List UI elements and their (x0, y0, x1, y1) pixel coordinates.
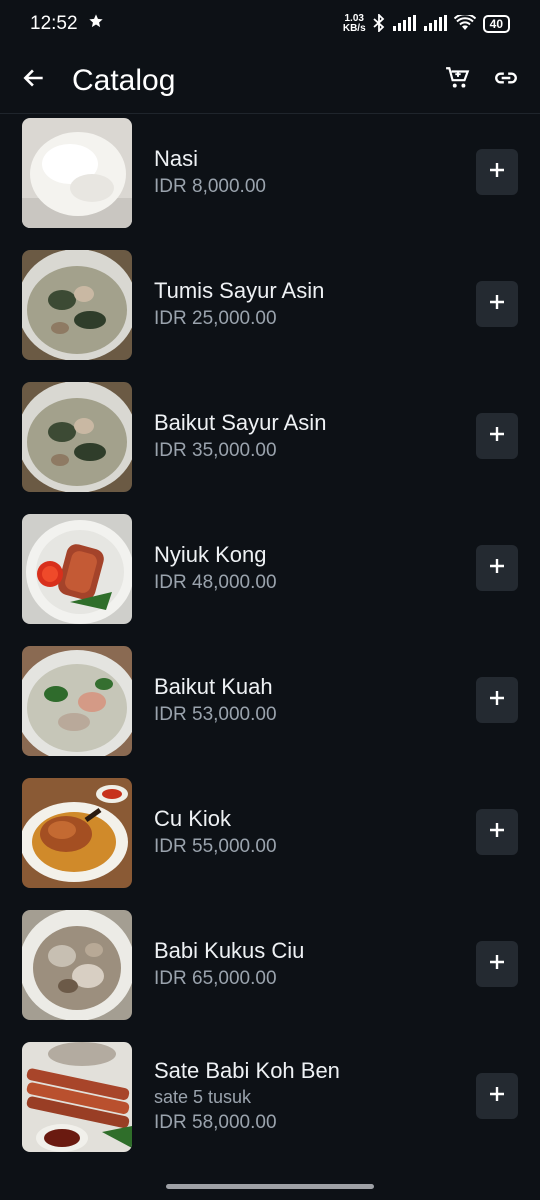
plus-icon (488, 689, 506, 712)
signal-icon (392, 14, 416, 34)
item-price: IDR 58,000.00 (154, 1112, 277, 1133)
catalog-item[interactable]: Cu Kiok IDR 55,000.00 (0, 778, 540, 910)
plus-icon (488, 1085, 506, 1108)
item-name: Nasi (154, 146, 199, 171)
cart-button[interactable] (434, 57, 482, 105)
plus-icon (488, 821, 506, 844)
plus-icon (488, 293, 506, 316)
plus-icon (488, 557, 506, 580)
item-name: Baikut Sayur Asin (154, 410, 327, 435)
catalog-item[interactable]: Nasi IDR 8,000.00 (0, 118, 540, 250)
add-to-cart-button[interactable] (476, 809, 518, 855)
item-image (22, 514, 132, 624)
item-image (22, 778, 132, 888)
catalog-item[interactable]: Baikut Sayur Asin IDR 35,000.00 (0, 382, 540, 514)
item-price: IDR 48,000.00 (154, 572, 277, 593)
catalog-item[interactable]: Babi Kukus Ciu IDR 65,000.00 (0, 910, 540, 1042)
cart-icon (445, 65, 471, 96)
item-name: Babi Kukus Ciu (154, 938, 305, 963)
app-bar: Catalog (0, 48, 540, 114)
share-link-button[interactable] (482, 57, 530, 105)
item-name: Cu Kiok (154, 806, 232, 831)
bluetooth-icon (373, 12, 385, 35)
item-image (22, 382, 132, 492)
add-to-cart-button[interactable] (476, 1073, 518, 1119)
add-to-cart-button[interactable] (476, 149, 518, 195)
item-price: IDR 65,000.00 (154, 968, 277, 989)
catalog-item[interactable]: Tumis Sayur Asin IDR 25,000.00 (0, 250, 540, 382)
plus-icon (488, 161, 506, 184)
back-button[interactable] (14, 61, 54, 101)
network-speed: 1.03 KB/s (342, 13, 366, 34)
item-description: sate 5 tusuk (154, 1087, 252, 1107)
item-price: IDR 55,000.00 (154, 836, 277, 857)
item-price: IDR 25,000.00 (154, 308, 277, 329)
item-image (22, 910, 132, 1020)
item-image (22, 250, 132, 360)
item-name: Nyiuk Kong (154, 542, 267, 567)
item-price: IDR 35,000.00 (154, 440, 277, 461)
catalog-item[interactable]: Sate Babi Koh Ben sate 5 tusuk IDR 58,00… (0, 1042, 540, 1174)
item-name: Tumis Sayur Asin (154, 278, 325, 303)
item-image (22, 118, 132, 228)
item-image (22, 646, 132, 756)
add-to-cart-button[interactable] (476, 413, 518, 459)
link-icon (493, 65, 519, 96)
add-to-cart-button[interactable] (476, 941, 518, 987)
wifi-icon (453, 12, 476, 34)
add-to-cart-button[interactable] (476, 545, 518, 591)
status-time: 12:52 (30, 13, 78, 34)
plus-icon (488, 953, 506, 976)
arrow-back-icon (21, 65, 47, 96)
battery-indicator: 40 (482, 15, 510, 33)
signal-icon-2 (423, 14, 447, 34)
page-title: Catalog (72, 63, 176, 97)
star-icon (88, 13, 104, 35)
plus-icon (488, 425, 506, 448)
item-price: IDR 8,000.00 (154, 176, 266, 197)
add-to-cart-button[interactable] (476, 677, 518, 723)
item-price: IDR 53,000.00 (154, 704, 277, 725)
status-bar: 12:52 1.03 KB/s 40 (0, 0, 540, 48)
catalog-item[interactable]: Nyiuk Kong IDR 48,000.00 (0, 514, 540, 646)
item-name: Sate Babi Koh Ben (154, 1058, 340, 1083)
catalog-item[interactable]: Baikut Kuah IDR 53,000.00 (0, 646, 540, 778)
item-image (22, 1042, 132, 1152)
home-indicator[interactable] (166, 1184, 374, 1189)
item-name: Baikut Kuah (154, 674, 273, 699)
add-to-cart-button[interactable] (476, 281, 518, 327)
